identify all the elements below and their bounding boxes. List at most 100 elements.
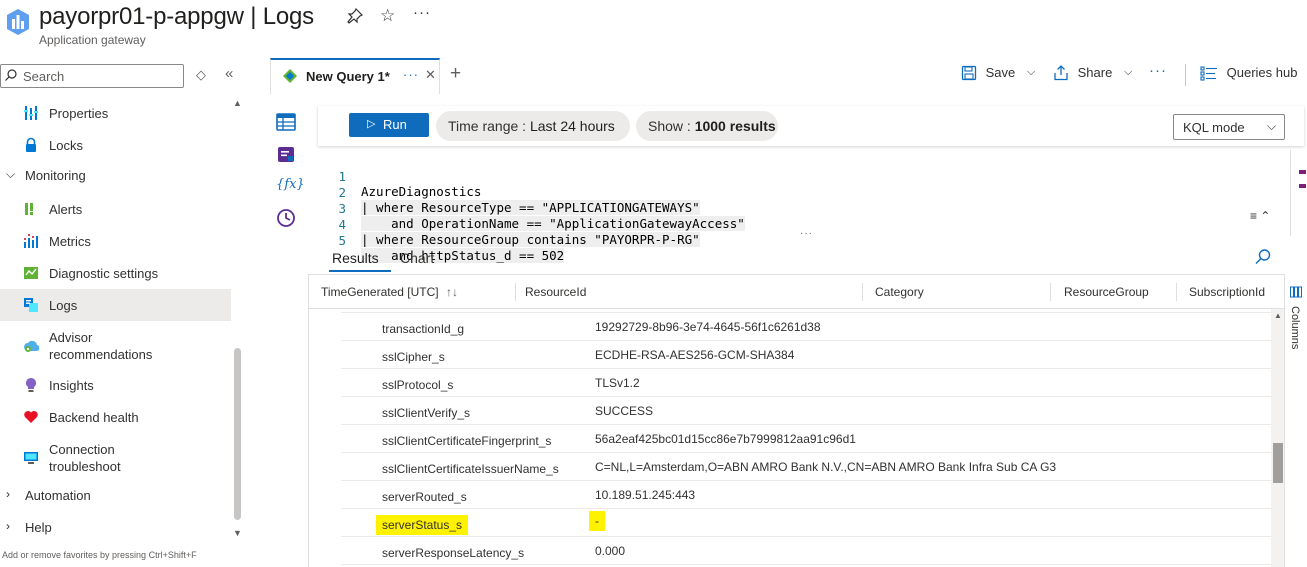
column-header-category[interactable]: Category <box>875 285 924 299</box>
column-header-resourcegroup[interactable]: ResourceGroup <box>1064 285 1149 299</box>
share-label: Share <box>1077 65 1113 81</box>
property-key: sslClientCertificateIssuerName_s <box>382 462 559 476</box>
scroll-up-icon[interactable]: ▲ <box>233 98 242 108</box>
table-row[interactable]: sslClientCertificateFingerprint_s 56a2ea… <box>341 425 1271 453</box>
search-input[interactable]: Search <box>0 64 184 88</box>
property-value: - <box>589 511 605 531</box>
sidebar-group-label: Help <box>25 520 52 535</box>
history-icon[interactable] <box>276 208 296 228</box>
run-button[interactable]: ▷ Run <box>349 113 429 137</box>
queries-hub-button[interactable]: Queries hub <box>1200 64 1297 88</box>
sidebar-item-logs[interactable]: Logs <box>0 289 231 321</box>
results-tabs: Results Chart <box>308 240 1278 274</box>
query-editor[interactable]: 1 AzureDiagnostics 2 | where ResourceTyp… <box>318 150 1290 263</box>
show-results-button[interactable]: Show : 1000 results <box>636 111 778 141</box>
grid-scrollbar[interactable]: ▲ <box>1271 309 1285 567</box>
alert-icon <box>25 203 33 215</box>
pin-icon[interactable] <box>347 7 364 28</box>
sidebar-scrollbar[interactable]: ▲ ▼ <box>232 98 242 538</box>
property-value: 10.189.51.245:443 <box>595 488 696 502</box>
sidebar-item-locks[interactable]: Locks <box>0 129 231 161</box>
sidebar-item-label: Backend health <box>49 410 139 425</box>
heart-icon <box>24 411 38 423</box>
functions-icon[interactable]: {fx} <box>276 177 305 197</box>
sidebar-group-monitoring[interactable]: ⌵ Monitoring <box>0 162 231 190</box>
tab-more-icon[interactable]: ··· <box>403 67 419 82</box>
properties-icon <box>24 106 38 120</box>
table-row[interactable]: serverStatus_s - <box>341 509 1271 537</box>
sort-icon[interactable]: ↑↓ <box>446 285 458 299</box>
sidebar-item-label: Diagnostic settings <box>49 266 159 281</box>
sidebar-item-backend-health[interactable]: Backend health <box>0 401 231 433</box>
more-icon[interactable]: ··· <box>413 4 431 21</box>
table-row[interactable]: serverRouted_s 10.189.51.245:443 <box>341 481 1271 509</box>
tab-new-query-1[interactable]: New Query 1* ··· ✕ <box>270 58 440 94</box>
chevron-down-icon: ⌵ <box>1267 119 1277 133</box>
property-key: sslClientVerify_s <box>382 406 471 420</box>
sidebar-item-diagnostic-settings[interactable]: Diagnostic settings <box>0 257 231 289</box>
search-icon <box>5 69 17 81</box>
editor-minimap <box>1290 150 1307 236</box>
sidebar-double-chevron-icon[interactable]: « <box>225 65 233 82</box>
property-value: 19292729-8b96-3e74-4645-56f1c6261d38 <box>595 320 821 334</box>
sidebar-item-connection-troubleshoot[interactable]: Connection troubleshoot <box>0 440 231 476</box>
sidebar-group-help[interactable]: › Help <box>0 514 231 542</box>
sidebar-item-insights[interactable]: Insights <box>0 369 231 401</box>
sidebar-item-metrics[interactable]: Metrics <box>0 225 231 257</box>
table-row[interactable]: sslProtocol_s TLSv1.2 <box>341 369 1271 397</box>
kql-mode-label: KQL mode <box>1183 120 1245 135</box>
star-icon[interactable]: ☆ <box>380 6 395 26</box>
column-header-timegenerated[interactable]: TimeGenerated [UTC] ↑↓ <box>321 285 458 299</box>
saved-queries-icon[interactable] <box>276 144 296 164</box>
scroll-down-icon[interactable]: ▼ <box>233 528 242 538</box>
scrollbar-thumb[interactable] <box>234 348 241 520</box>
table-row[interactable]: sslClientCertificateIssuerName_s C=NL,L=… <box>341 453 1271 481</box>
sidebar-item-properties[interactable]: Properties <box>0 97 231 129</box>
sidebar-item-advisor-recommendations[interactable]: Advisor recommendations <box>0 328 231 364</box>
sidebar-collapse-icon[interactable]: ◇ <box>196 67 206 83</box>
resize-handle[interactable]: ··· <box>800 228 813 239</box>
scroll-up-icon[interactable]: ▲ <box>1274 311 1282 320</box>
column-header-subscriptionid[interactable]: SubscriptionId <box>1189 285 1265 299</box>
search-icon[interactable] <box>1254 248 1272 266</box>
grid-body: transactionId_g 19292729-8b96-3e74-4645-… <box>309 309 1271 567</box>
logs-icon <box>24 298 38 312</box>
close-icon[interactable]: ✕ <box>425 67 436 83</box>
kql-mode-select[interactable]: KQL mode ⌵ <box>1173 114 1285 140</box>
active-tab-indicator <box>329 270 391 272</box>
table-row[interactable]: transactionId_g 19292729-8b96-3e74-4645-… <box>341 313 1271 341</box>
property-value: SUCCESS <box>595 404 654 418</box>
insights-icon <box>26 378 36 392</box>
property-key: sslClientCertificateFingerprint_s <box>382 434 552 448</box>
save-button[interactable]: Save ⌵ <box>961 64 1035 88</box>
property-value: 56a2eaf425bc01d15cc86e7b7999812aa91c96d1 <box>595 432 856 446</box>
property-key: serverRouted_s <box>382 490 467 504</box>
table-row[interactable]: serverResponseLatency_s 0.000 <box>341 537 1271 565</box>
table-icon[interactable] <box>276 112 296 132</box>
more-options-icon[interactable]: ··· <box>1149 62 1167 86</box>
time-range-value: Last 24 hours <box>529 118 615 134</box>
add-tab-icon[interactable]: + <box>450 63 461 85</box>
sidebar-group-label: Monitoring <box>25 168 86 183</box>
show-prefix: Show : <box>648 118 695 134</box>
columns-panel-toggle[interactable]: Columns <box>1284 274 1307 567</box>
table-row[interactable]: sslCipher_s ECDHE-RSA-AES256-GCM-SHA384 <box>341 341 1271 369</box>
table-row[interactable]: sslClientVerify_s SUCCESS <box>341 397 1271 425</box>
sidebar-group-automation[interactable]: › Automation <box>0 482 231 510</box>
share-button[interactable]: Share ⌵ <box>1053 64 1132 88</box>
property-value: ECDHE-RSA-AES256-GCM-SHA384 <box>595 348 795 362</box>
sidebar-item-alerts[interactable]: Alerts <box>0 193 231 225</box>
editor-line: 1 AzureDiagnostics <box>318 154 1290 199</box>
time-range-button[interactable]: Time range : Last 24 hours <box>436 111 630 141</box>
query-toolbar: ▷ Run Time range : Last 24 hours Show : … <box>318 106 1304 146</box>
scrollbar-thumb[interactable] <box>1273 443 1283 483</box>
play-icon: ▷ <box>367 118 376 130</box>
tab-chart[interactable]: Chart <box>400 250 434 266</box>
sidebar-group-label: Automation <box>25 488 91 503</box>
tab-results[interactable]: Results <box>332 250 379 266</box>
property-value: C=NL,L=Amsterdam,O=ABN AMRO Bank N.V.,CN… <box>595 460 1057 474</box>
format-collapse-icon[interactable]: ≡ ⌃ <box>1250 209 1270 223</box>
property-key: sslCipher_s <box>382 350 445 364</box>
queries-hub-label: Queries hub <box>1226 65 1298 81</box>
column-header-resourceid[interactable]: ResourceId <box>525 285 586 299</box>
